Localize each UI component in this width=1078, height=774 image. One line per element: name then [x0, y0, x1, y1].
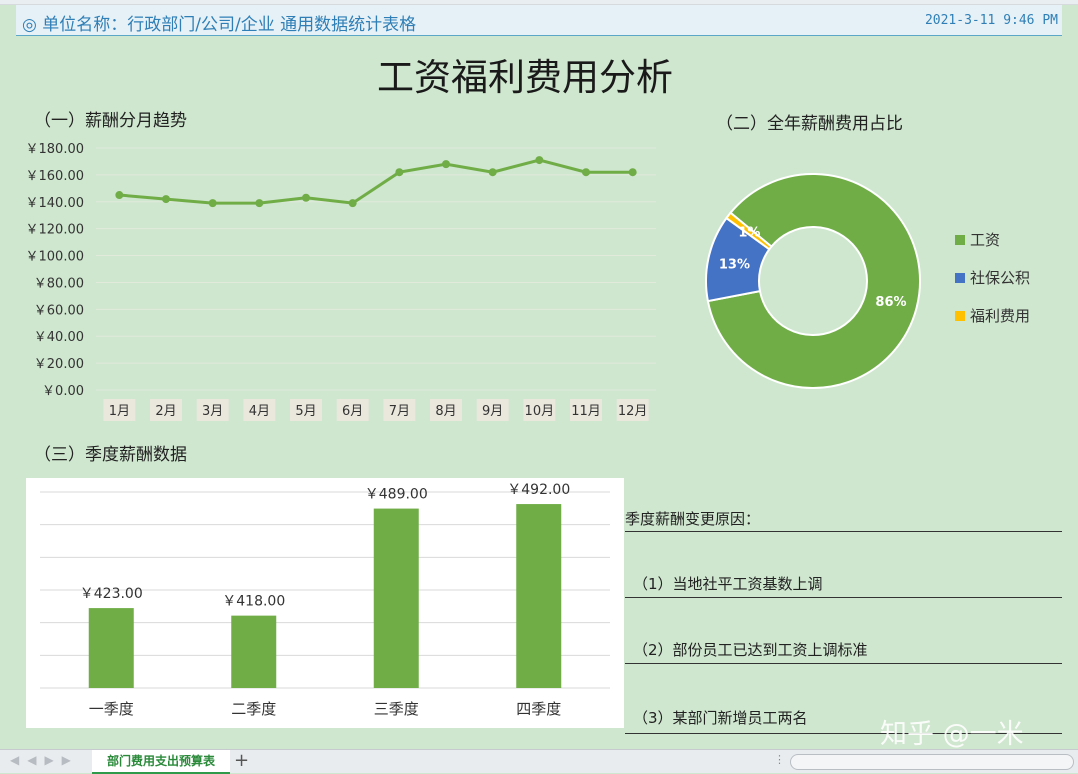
legend-label: 社保公积 — [970, 269, 1030, 287]
y-tick-label: ￥140.00 — [26, 196, 85, 211]
y-tick-label: ￥180.00 — [26, 142, 85, 157]
bar-chart: ￥423.00 一季度 ￥418.00 二季度 ￥489.00 三季度 ￥492.00 四季度 — [40, 482, 610, 718]
bar — [88, 608, 134, 688]
reason-item-text: （3）某部门新增员工两名 — [633, 709, 808, 727]
reason-item-text: （1）当地社平工资基数上调 — [633, 575, 823, 593]
reason-item: （2）部份员工已达到工资上调标准 — [625, 639, 1062, 664]
add-sheet-button[interactable]: + — [234, 750, 249, 772]
bar-chart-panel: ￥423.00 一季度 ￥418.00 二季度 ￥489.00 三季度 ￥492.00 四季度 — [26, 478, 624, 728]
y-tick-label: ￥120.00 — [26, 223, 85, 238]
line-chart: ￥0.00 ￥20.00 ￥40.00 ￥60.00 ￥80.00 ￥100.00 ￥120… — [26, 142, 656, 421]
sheet-tab-bar: ◀◀▶▶ 部门费用支出预算表 + ⋮ — [0, 749, 1078, 774]
donut-chart: 86% 13% 1% 工资社保公积福利费用 — [705, 173, 1030, 389]
slice-label: 1% — [738, 226, 760, 241]
x-tick-label: 7月 — [389, 404, 410, 419]
watermark: 知乎 @一米 — [880, 719, 1024, 750]
y-tick-label: ￥80.00 — [34, 276, 84, 291]
bar-data-label: ￥418.00 — [222, 594, 285, 610]
legend-swatch — [955, 311, 965, 321]
page-title: 工资福利费用分析 — [377, 56, 673, 99]
x-tick-label: 12月 — [618, 404, 648, 419]
data-point — [535, 156, 544, 165]
legend-label: 福利费用 — [970, 307, 1030, 325]
reason-item-text: （2）部份员工已达到工资上调标准 — [633, 641, 868, 659]
x-tick-label: 1月 — [109, 404, 130, 419]
section-title-quarterly: （三）季度薪酬数据 — [34, 445, 187, 465]
reason-item: （1）当地社平工资基数上调 — [625, 573, 1062, 598]
bar-data-label: ￥489.00 — [365, 487, 428, 503]
x-tick-label: 3月 — [202, 404, 223, 419]
x-tick-label: 9月 — [482, 404, 503, 419]
data-point — [395, 168, 404, 177]
y-tick-label: ￥100.00 — [26, 250, 85, 265]
x-tick-label: 一季度 — [89, 700, 134, 718]
bar-data-label: ￥423.00 — [80, 586, 143, 602]
x-tick-label: 4月 — [249, 404, 270, 419]
y-tick-label: ￥20.00 — [34, 357, 84, 372]
bar-data-label: ￥492.00 — [507, 482, 570, 498]
data-point — [255, 199, 264, 208]
header-bar: ◎ 单位名称：行政部门/公司/企业 通用数据统计表格 2021-3-11 9:4… — [16, 5, 1062, 36]
x-tick-label: 5月 — [295, 404, 316, 419]
data-point — [302, 193, 310, 202]
data-point — [628, 168, 637, 177]
y-tick-label: ￥60.00 — [34, 303, 84, 318]
x-tick-label: 10月 — [525, 404, 555, 419]
y-tick-label: ￥160.00 — [26, 169, 85, 184]
x-tick-label: 6月 — [342, 404, 363, 419]
reason-heading-text: 季度薪酬变更原因： — [625, 510, 761, 528]
unit-name: ◎ 单位名称：行政部门/公司/企业 通用数据统计表格 — [22, 15, 417, 35]
data-point — [488, 168, 497, 177]
data-point — [442, 160, 450, 169]
data-point — [162, 195, 170, 204]
y-tick-label: ￥0.00 — [42, 384, 84, 399]
data-point — [208, 199, 217, 208]
x-tick-label: 二季度 — [231, 700, 276, 718]
legend-label: 工资 — [970, 231, 1000, 249]
bar — [516, 504, 562, 688]
section-title-share: （二）全年薪酬费用占比 — [716, 114, 903, 134]
x-tick-label: 11月 — [571, 404, 601, 419]
horizontal-scrollbar[interactable] — [790, 754, 1074, 770]
scroll-divider-icon[interactable]: ⋮ — [774, 753, 785, 766]
series-line — [119, 158, 633, 205]
x-tick-label: 三季度 — [374, 700, 419, 718]
reason-heading: 季度薪酬变更原因： — [625, 508, 1062, 532]
slice-label: 86% — [875, 295, 906, 310]
data-point — [115, 191, 124, 200]
x-tick-label: 四季度 — [516, 700, 561, 718]
sheet-nav-arrows-icon[interactable]: ◀◀▶▶ — [10, 753, 79, 767]
x-tick-label: 2月 — [155, 404, 176, 419]
legend-swatch — [955, 273, 965, 283]
sheet-tab-budget[interactable]: 部门费用支出预算表 — [92, 750, 230, 774]
bar — [373, 508, 419, 688]
bar — [231, 615, 277, 688]
section-title-monthly: （一）薪酬分月趋势 — [34, 111, 187, 131]
y-tick-label: ￥40.00 — [34, 330, 84, 345]
slice-label: 13% — [719, 257, 750, 272]
legend-swatch — [955, 235, 965, 245]
data-point — [582, 168, 590, 177]
data-point — [348, 199, 357, 208]
header-datetime: 2021-3-11 9:46 PM — [924, 13, 1058, 28]
x-tick-label: 8月 — [435, 404, 456, 419]
